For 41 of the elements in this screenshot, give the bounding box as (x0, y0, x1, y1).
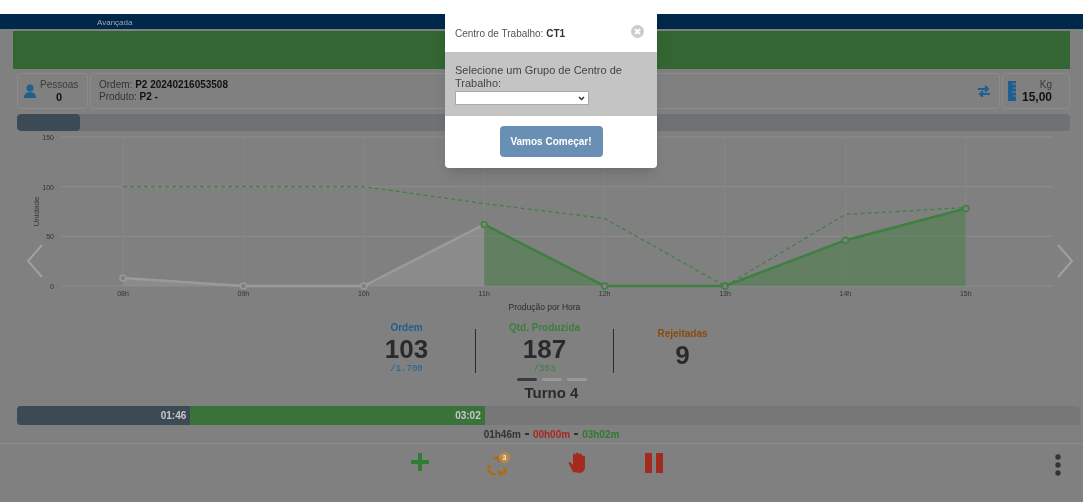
x-axis-title: Produção por Hora (508, 302, 581, 312)
time-summary-value: 03h02m (582, 427, 620, 442)
plus-icon[interactable] (410, 452, 430, 472)
order-text: Ordem: P2 20240216053508 (99, 79, 228, 91)
time-summary-value: 00h00m (532, 427, 571, 442)
stat-value: 9 (675, 341, 690, 369)
field-label: Selecione um Grupo de Centro de Trabalho: (455, 64, 623, 90)
page-indicator[interactable] (516, 377, 537, 381)
ruler-icon (1008, 81, 1016, 101)
shift-title: Turno 4 (524, 383, 579, 403)
data-point (962, 204, 970, 213)
more-options-icon[interactable] (1055, 454, 1061, 476)
time-segment: 01:46 (17, 406, 191, 425)
dialog-title: Centro de Trabalho: CT1 (455, 26, 566, 41)
start-button[interactable]: Vamos Começar! (499, 126, 603, 157)
stat-label: Qtd. Produzida (508, 321, 581, 335)
stat-target: /1.700 (390, 363, 423, 375)
weight-value: 15,00 (1022, 91, 1053, 103)
recycle-icon[interactable] (486, 456, 508, 476)
data-point (119, 274, 127, 282)
group-select[interactable] (455, 91, 589, 105)
stat-value: 103 (384, 335, 429, 363)
pause-icon[interactable] (644, 452, 664, 474)
product-text: Produto: P2 - (99, 91, 159, 103)
hand-icon[interactable] (568, 452, 588, 474)
stat-label: Ordem (390, 321, 423, 335)
time-segment: 03:02 (190, 406, 485, 425)
people-count: 0 (56, 91, 63, 103)
stat-label: Rejeitadas (657, 327, 708, 341)
person-icon (24, 84, 36, 98)
chevron-down-icon (578, 95, 585, 101)
app-subtitle: Avançada (97, 17, 133, 29)
close-icon[interactable] (631, 25, 644, 38)
y-axis-title: Unidade (32, 196, 41, 227)
time-summary-value: 01h46m (483, 427, 521, 442)
stat-value: 187 (522, 335, 567, 363)
swap-icon[interactable] (977, 85, 991, 97)
people-label: Pessoas (40, 79, 79, 91)
data-point (239, 282, 248, 290)
stat-target: /303 (533, 363, 556, 375)
unit-label: Kg (1039, 79, 1053, 91)
